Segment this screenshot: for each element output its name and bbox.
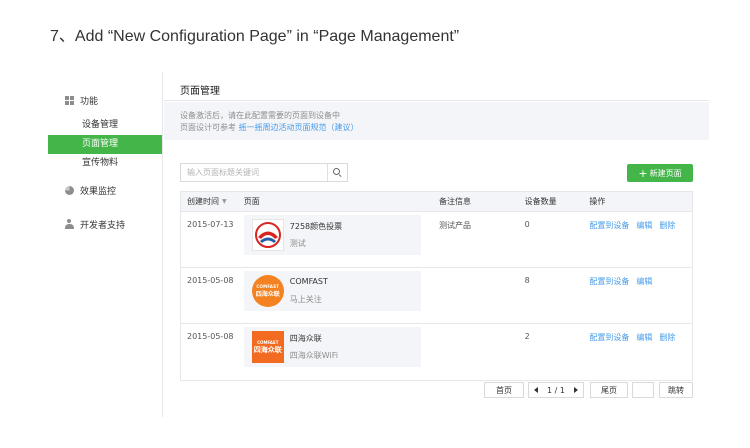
page-number-input[interactable] [632, 382, 654, 398]
notice-box: 设备激活后，请在此配置需要的页面到设备中 页面设计可参考 摇一摇周边活动页面规范… [164, 102, 709, 140]
jump-button[interactable]: 跳转 [659, 382, 693, 398]
header-label: 创建时间 [187, 197, 219, 206]
search-input[interactable] [181, 164, 327, 181]
search-button[interactable] [327, 164, 347, 181]
page-spec-link[interactable]: 摇一摇周边活动页面规范（建议） [239, 123, 359, 132]
logo-text: 四海众联 [255, 291, 280, 298]
title-divider [164, 100, 709, 101]
table-row: 2015-05-08 COMFAST 四海众联 COMFAST 马上关注 8 配… [181, 268, 692, 324]
first-page-button[interactable]: 首页 [484, 382, 524, 398]
notice-line-2: 页面设计可参考 摇一摇周边活动页面规范（建议） [180, 122, 693, 134]
sidebar-group-label: 功能 [80, 96, 99, 107]
header-page: 页面 [243, 197, 260, 206]
delete-link[interactable]: 删除 [659, 332, 675, 343]
row-device-count: 2 [524, 332, 530, 341]
row-date: 2015-05-08 [187, 332, 234, 341]
page-indicator: 1 / 1 [547, 385, 565, 395]
configure-to-device-link[interactable]: 配置到设备 [589, 220, 629, 231]
sidebar: 功能 设备管理 页面管理 宣传物料 效果监控 开发者支持 [48, 72, 163, 417]
row-operations: 配置到设备 编辑 [589, 268, 692, 323]
grid-icon [64, 95, 74, 105]
page-navigator: 1 / 1 [528, 382, 584, 398]
page-description: 四海众联WiFi [289, 351, 338, 360]
table-row: 2015-05-08 COMFAST 四海众联 四海众联 四海众联WiFi 2 [181, 324, 692, 380]
page-thumbnail [251, 219, 284, 251]
search-box [180, 163, 348, 182]
header-note: 备注信息 [439, 197, 472, 206]
row-page: 7258颜色投票 测试 [243, 212, 439, 267]
notice-line-1: 设备激活后，请在此配置需要的页面到设备中 [180, 111, 340, 120]
notice-prefix: 页面设计可参考 [180, 123, 236, 132]
edit-link[interactable]: 编辑 [636, 332, 652, 343]
sidebar-group-features[interactable]: 功能 [48, 90, 163, 110]
sidebar-item-page-management[interactable]: 页面管理 [48, 135, 163, 154]
sidebar-group-effect-monitoring[interactable]: 效果监控 [48, 180, 163, 200]
create-page-label: 新建页面 [649, 168, 682, 178]
row-page: COMFAST 四海众联 COMFAST 马上关注 [243, 268, 439, 323]
page-thumbnail: COMFAST 四海众联 [251, 275, 284, 307]
main-panel: 页面管理 设备激活后，请在此配置需要的页面到设备中 页面设计可参考 摇一摇周边活… [164, 72, 709, 417]
page-card[interactable]: COMFAST 四海众联 COMFAST 马上关注 [243, 271, 421, 311]
sidebar-divider [162, 72, 163, 417]
row-device-count: 0 [524, 220, 530, 229]
page-name: COMFAST [289, 277, 328, 286]
row-note: 测试产品 [439, 221, 472, 230]
configure-to-device-link[interactable]: 配置到设备 [589, 276, 629, 287]
sidebar-item-device-management[interactable]: 设备管理 [48, 116, 163, 135]
edit-link[interactable]: 编辑 [636, 220, 652, 231]
sidebar-item-promo-materials[interactable]: 宣传物料 [48, 154, 163, 173]
create-page-button[interactable]: + 新建页面 [627, 164, 693, 182]
edit-link[interactable]: 编辑 [636, 276, 652, 287]
sort-down-icon: ▼ [222, 198, 227, 205]
pie-chart-icon [64, 185, 74, 195]
row-note [439, 268, 525, 323]
page-description: 测试 [289, 239, 306, 248]
delete-link[interactable]: 删除 [659, 220, 675, 231]
step-title: 7、Add “New Configuration Page” in “Page … [50, 28, 460, 45]
sidebar-group-label: 效果监控 [80, 186, 117, 197]
header-operations: 操作 [589, 197, 606, 206]
table-header: 创建时间 ▼ 页面 备注信息 设备数量 操作 [181, 192, 692, 212]
row-note [439, 324, 525, 380]
prev-page-icon[interactable] [534, 387, 538, 393]
row-device-count: 8 [524, 276, 530, 285]
red-logo-icon [254, 222, 281, 248]
row-page: COMFAST 四海众联 四海众联 四海众联WiFi [243, 324, 439, 380]
row-operations: 配置到设备 编辑 删除 [589, 212, 692, 267]
logo-text: 四海众联 [253, 345, 282, 354]
page-title: 页面管理 [180, 86, 220, 97]
page-name: 7258颜色投票 [289, 222, 343, 231]
sidebar-group-developer-support[interactable]: 开发者支持 [48, 214, 163, 234]
page-card[interactable]: 7258颜色投票 测试 [243, 215, 421, 255]
table-row: 2015-07-13 7258颜色投票 测试 测试产品 0 配置到设备 编辑 删… [181, 212, 692, 268]
header-created-time[interactable]: 创建时间 ▼ [181, 192, 244, 211]
row-operations: 配置到设备 编辑 删除 [589, 324, 692, 380]
configure-to-device-link[interactable]: 配置到设备 [589, 332, 629, 343]
row-date: 2015-05-08 [187, 276, 234, 285]
user-icon [64, 219, 74, 229]
page-name: 四海众联 [289, 334, 322, 343]
last-page-button[interactable]: 尾页 [590, 382, 628, 398]
row-date: 2015-07-13 [187, 220, 234, 229]
search-icon [333, 168, 342, 177]
page-card[interactable]: COMFAST 四海众联 四海众联 四海众联WiFi [243, 327, 421, 367]
sidebar-group-label: 开发者支持 [80, 220, 126, 231]
next-page-icon[interactable] [574, 387, 578, 393]
plus-icon: + [638, 166, 648, 180]
pages-table: 创建时间 ▼ 页面 备注信息 设备数量 操作 2015-07-13 7258颜色… [180, 191, 693, 381]
header-device-count: 设备数量 [524, 197, 557, 206]
page-thumbnail: COMFAST 四海众联 [251, 331, 284, 363]
page-description: 马上关注 [289, 295, 322, 304]
